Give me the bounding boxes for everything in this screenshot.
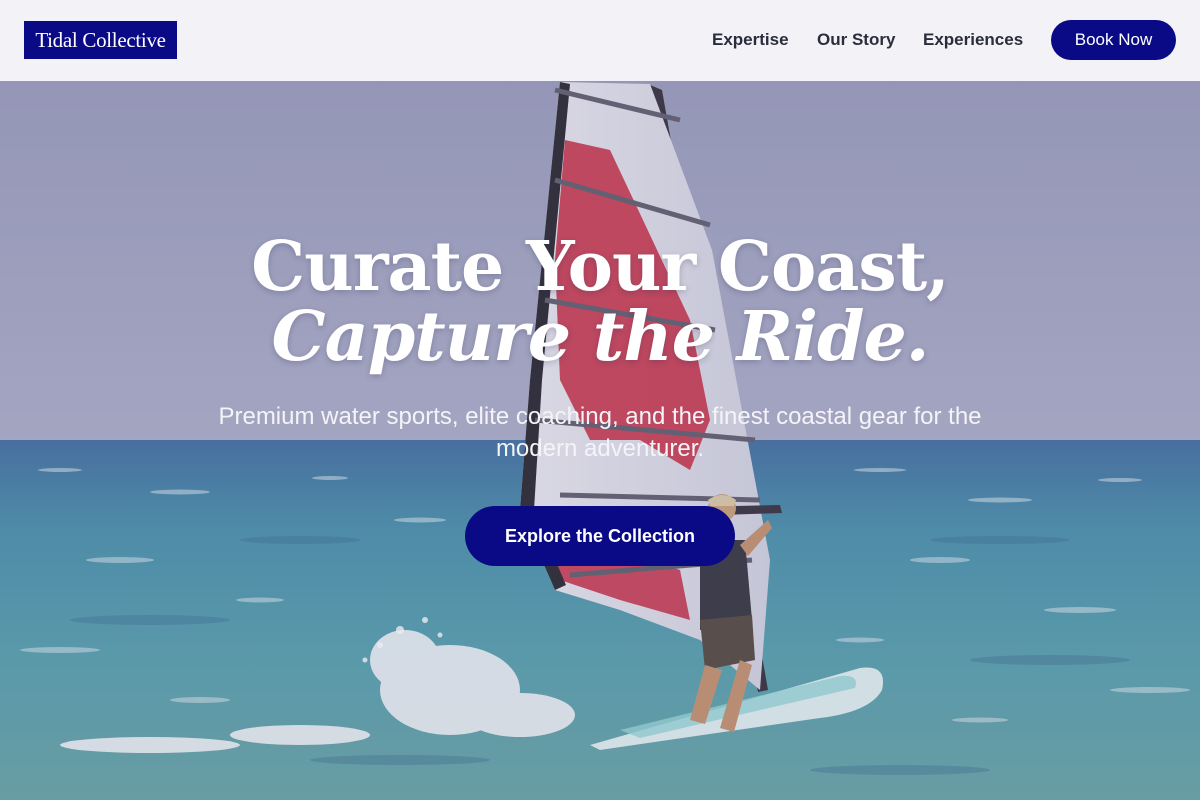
hero-title-line1: Curate Your Coast, <box>251 227 950 307</box>
hero-subtitle: Premium water sports, elite coaching, an… <box>218 403 982 462</box>
hero-title-line2: Capture the Ride. <box>271 297 930 377</box>
hero-title: Curate Your Coast, Capture the Ride. <box>0 232 1200 372</box>
nav-link-experiences[interactable]: Experiences <box>923 29 1023 51</box>
book-now-button[interactable]: Book Now <box>1051 20 1176 60</box>
explore-collection-button[interactable]: Explore the Collection <box>465 506 735 566</box>
landing-page: Tidal Collective Expertise Our Story Exp… <box>0 0 1200 800</box>
nav-link-expertise[interactable]: Expertise <box>712 29 789 51</box>
hero-background-image <box>0 0 1200 800</box>
nav-link-our-story[interactable]: Our Story <box>817 29 895 51</box>
logo[interactable]: Tidal Collective <box>24 21 177 59</box>
site-header: Tidal Collective Expertise Our Story Exp… <box>0 0 1200 81</box>
